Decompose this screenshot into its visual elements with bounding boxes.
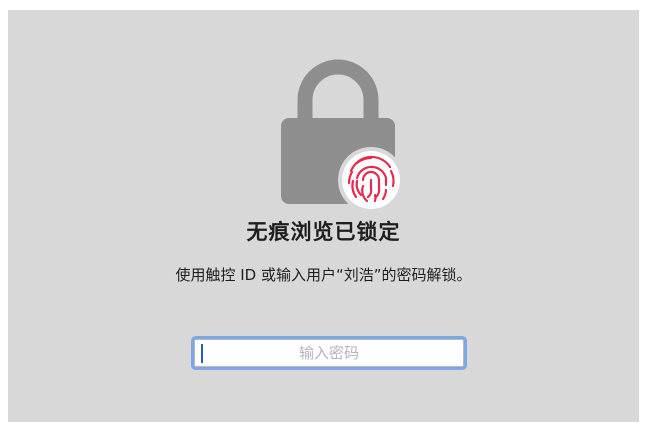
locked-title: 无痕浏览已锁定 — [246, 220, 401, 244]
locked-private-browsing-panel: 无痕浏览已锁定 使用触控 ID 或输入用户“刘浩”的密码解锁。 — [8, 10, 639, 422]
password-field[interactable] — [194, 339, 464, 367]
lock-icon — [281, 59, 403, 213]
password-input[interactable] — [195, 340, 463, 366]
unlock-instructions: 使用触控 ID 或输入用户“刘浩”的密码解锁。 — [175, 266, 472, 284]
fingerprint-icon — [338, 147, 403, 213]
